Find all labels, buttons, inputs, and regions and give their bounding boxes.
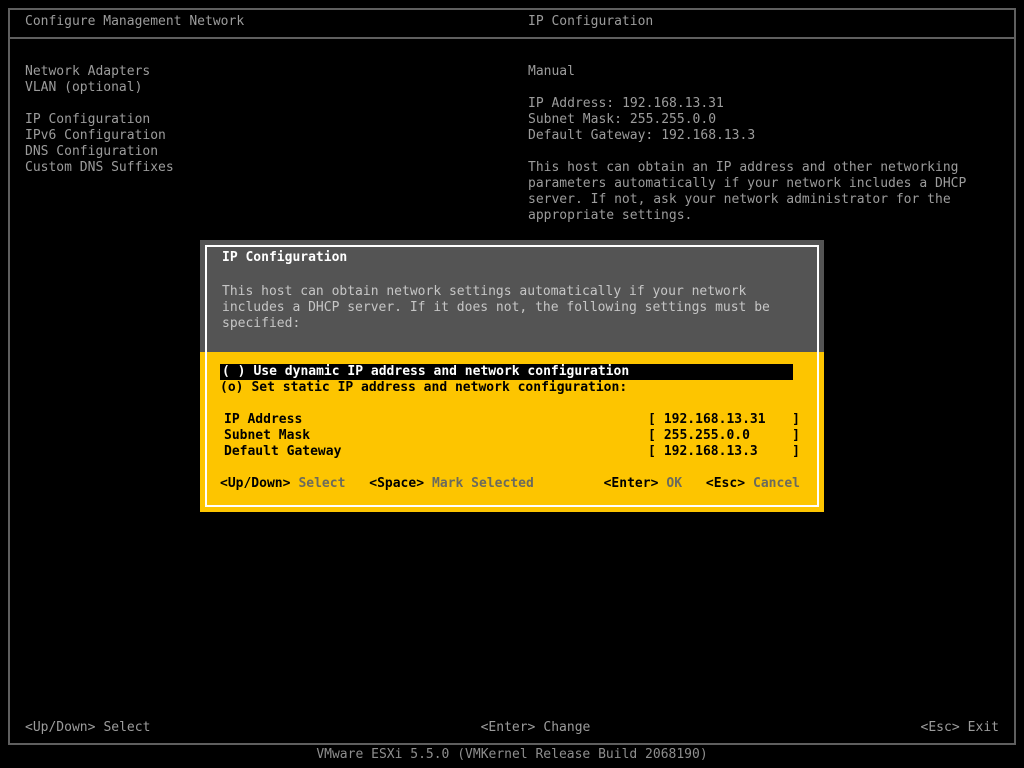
menu-item-vlan[interactable]: VLAN (optional) xyxy=(25,80,174,96)
option-dynamic-ip[interactable]: ( ) Use dynamic IP address and network co… xyxy=(220,364,793,380)
info-spacer xyxy=(528,80,1014,96)
updown-action: Select xyxy=(103,720,150,735)
statusbar-enter-hint: <Enter> Change xyxy=(481,720,591,736)
esc-key: <Esc> xyxy=(706,476,745,491)
radio-selected-icon: (o) xyxy=(220,380,243,395)
default-gateway-field-label: Default Gateway xyxy=(220,444,648,460)
subnet-mask-value: 255.255.0.0 xyxy=(630,112,716,127)
dialog-message-line: This host can obtain network settings au… xyxy=(222,284,770,300)
subnet-mask-input[interactable]: [255.255.0.0] xyxy=(648,428,800,444)
default-gateway-input-value: 192.168.13.3 xyxy=(664,444,792,460)
open-bracket: [ xyxy=(648,444,656,460)
space-key: <Space> xyxy=(369,476,424,491)
option-static-ip[interactable]: (o) Set static IP address and network con… xyxy=(220,380,800,396)
enter-ok-hint: <Enter> OK xyxy=(604,476,682,491)
dialog-message-line: includes a DHCP server. If it does not, … xyxy=(222,300,770,316)
dialog-message: This host can obtain network settings au… xyxy=(222,284,770,332)
esc-key: <Esc> xyxy=(921,720,960,735)
info-description-line: server. If not, ask your network adminis… xyxy=(528,192,1014,208)
option-dynamic-ip-label: Use dynamic IP address and network confi… xyxy=(253,364,629,379)
ip-info-panel: Manual IP Address: 192.168.13.31 Subnet M… xyxy=(528,64,1014,224)
menu-item-network-adapters[interactable]: Network Adapters xyxy=(25,64,174,80)
ip-address-input-value: 192.168.13.31 xyxy=(664,412,792,428)
default-gateway-value: 192.168.13.3 xyxy=(661,128,755,143)
subnet-mask-input-value: 255.255.0.0 xyxy=(664,428,792,444)
updown-key: <Up/Down> xyxy=(25,720,95,735)
ip-address-field-label: IP Address xyxy=(220,412,648,428)
default-gateway-label: Default Gateway: xyxy=(528,128,653,143)
info-description-line: parameters automatically if your network… xyxy=(528,176,1014,192)
field-row-default-gateway: Default Gateway [192.168.13.3] xyxy=(220,444,800,460)
enter-key: <Enter> xyxy=(604,476,659,491)
option-static-ip-label: Set static IP address and network config… xyxy=(251,380,627,395)
esc-action: Cancel xyxy=(753,476,800,491)
field-row-subnet-mask: Subnet Mask [255.255.0.0] xyxy=(220,428,800,444)
open-bracket: [ xyxy=(648,412,656,428)
dialog-hints-left: <Up/Down> Select <Space> Mark Selected xyxy=(220,476,534,492)
close-bracket: ] xyxy=(792,428,800,444)
ip-address-value: 192.168.13.31 xyxy=(622,96,724,111)
info-description-line: This host can obtain an IP address and o… xyxy=(528,160,1014,176)
ip-mode-value: Manual xyxy=(528,64,1014,80)
updown-select-hint: <Up/Down> Select xyxy=(220,476,345,491)
esc-action: Exit xyxy=(968,720,999,735)
ip-address-label: IP Address: xyxy=(528,96,614,111)
menu-item-ipv6-configuration[interactable]: IPv6 Configuration xyxy=(25,128,174,144)
header-divider xyxy=(10,37,1014,39)
statusbar-updown-hint: <Up/Down> Select xyxy=(25,720,150,736)
updown-key: <Up/Down> xyxy=(220,476,290,491)
menu-item-ip-configuration[interactable]: IP Configuration xyxy=(25,112,174,128)
dialog-title: IP Configuration xyxy=(222,250,347,266)
dialog-body: ( ) Use dynamic IP address and network co… xyxy=(220,364,800,492)
esc-cancel-hint: <Esc> Cancel xyxy=(706,476,800,491)
default-gateway-input[interactable]: [192.168.13.3] xyxy=(648,444,800,460)
page-title: Configure Management Network xyxy=(25,14,244,30)
enter-key: <Enter> xyxy=(481,720,536,735)
subnet-mask-field-label: Subnet Mask xyxy=(220,428,648,444)
enter-action: OK xyxy=(666,476,682,491)
dialog-hints: <Up/Down> Select <Space> Mark Selected <En… xyxy=(220,476,800,492)
open-bracket: [ xyxy=(648,428,656,444)
close-bracket: ] xyxy=(792,412,800,428)
ip-configuration-dialog: IP Configuration This host can obtain ne… xyxy=(200,240,824,512)
field-row-ip-address: IP Address [192.168.13.31] xyxy=(220,412,800,428)
info-description-line: appropriate settings. xyxy=(528,208,1014,224)
section-title: IP Configuration xyxy=(528,14,653,30)
menu-spacer xyxy=(25,96,174,112)
dialog-message-line: specified: xyxy=(222,316,770,332)
subnet-mask-label: Subnet Mask: xyxy=(528,112,622,127)
close-bracket: ] xyxy=(792,444,800,460)
dialog-spacer xyxy=(220,396,800,412)
dialog-hints-right: <Enter> OK <Esc> Cancel xyxy=(604,476,800,492)
ip-address-input[interactable]: [192.168.13.31] xyxy=(648,412,800,428)
config-menu: Network Adapters VLAN (optional) IP Conf… xyxy=(25,64,174,176)
radio-unselected-icon: ( ) xyxy=(222,364,245,379)
esxi-version-text: VMware ESXi 5.5.0 (VMKernel Release Buil… xyxy=(0,747,1024,763)
statusbar-esc-hint: <Esc> Exit xyxy=(921,720,999,736)
menu-item-custom-dns-suffixes[interactable]: Custom DNS Suffixes xyxy=(25,160,174,176)
info-row-ip-address: IP Address: 192.168.13.31 xyxy=(528,96,1014,112)
space-mark-hint: <Space> Mark Selected xyxy=(369,476,534,491)
info-spacer xyxy=(528,144,1014,160)
info-row-default-gateway: Default Gateway: 192.168.13.3 xyxy=(528,128,1014,144)
menu-item-dns-configuration[interactable]: DNS Configuration xyxy=(25,144,174,160)
status-bar: <Up/Down> Select <Enter> Change <Esc> Exit xyxy=(25,720,999,736)
updown-action: Select xyxy=(298,476,345,491)
space-action: Mark Selected xyxy=(432,476,534,491)
info-row-subnet-mask: Subnet Mask: 255.255.0.0 xyxy=(528,112,1014,128)
enter-action: Change xyxy=(543,720,590,735)
